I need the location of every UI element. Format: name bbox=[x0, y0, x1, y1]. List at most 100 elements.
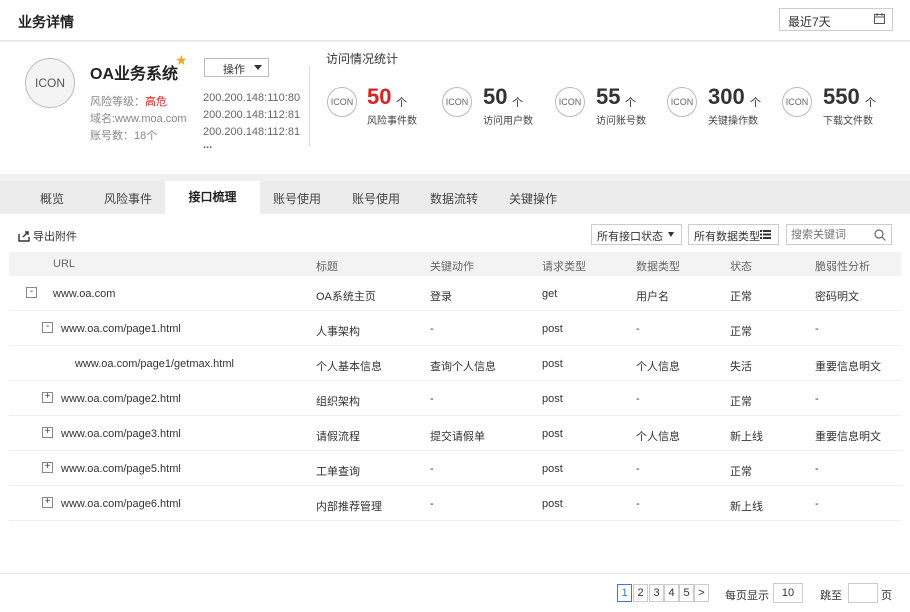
list-icon bbox=[760, 230, 771, 239]
column-header: 关键动作 bbox=[430, 261, 474, 273]
cell-method: post bbox=[542, 498, 563, 510]
page-button[interactable]: 2 bbox=[633, 584, 648, 602]
action-dropdown-button[interactable]: 操作 bbox=[204, 58, 269, 77]
tab-data-flow[interactable]: 数据流转 bbox=[423, 181, 485, 214]
stat-label: 关键操作数 bbox=[708, 116, 758, 127]
collapse-icon[interactable]: - bbox=[42, 322, 53, 333]
per-page-input[interactable]: 10 bbox=[773, 583, 803, 603]
collapse-icon[interactable]: - bbox=[26, 287, 37, 298]
divider bbox=[309, 66, 310, 146]
page-suffix: 页 bbox=[881, 590, 892, 602]
interface-status-filter[interactable]: 所有接口状态 bbox=[591, 224, 682, 245]
cell-vuln: - bbox=[815, 463, 819, 475]
risk-level: 风险等级：高危 bbox=[90, 96, 167, 108]
page-title: 业务详情 bbox=[18, 14, 74, 30]
cell-vuln: 重要信息明文 bbox=[815, 431, 881, 443]
column-header: 脆弱性分析 bbox=[815, 261, 870, 273]
stat-unit: 个 bbox=[396, 97, 407, 109]
cell-method: post bbox=[542, 323, 563, 335]
cell-vuln: 密码明文 bbox=[815, 291, 859, 303]
tab-account-usage-2[interactable]: 账号使用 bbox=[345, 181, 407, 214]
pagination-bar: 1 2 3 4 5 > 每页显示 10 跳至 页 bbox=[0, 573, 910, 612]
system-name: OA业务系统 bbox=[90, 66, 179, 83]
cell-url: www.oa.com/page1/getmax.html bbox=[75, 358, 234, 370]
table-row[interactable]: + www.oa.com/page6.html 内部推荐管理 - post - 新上线 - bbox=[9, 486, 901, 521]
date-range-select[interactable]: 最近7天 bbox=[779, 8, 893, 31]
cell-vuln: - bbox=[815, 498, 819, 510]
cell-status: 正常 bbox=[730, 396, 752, 408]
stat-value: 50 bbox=[483, 84, 508, 109]
cell-action: - bbox=[430, 463, 434, 475]
page-button[interactable]: 1 bbox=[617, 584, 632, 602]
stat-unit: 个 bbox=[750, 97, 761, 109]
account-count: 账号数：18个 bbox=[90, 130, 158, 142]
stat-unit: 个 bbox=[512, 97, 523, 109]
column-header: 请求类型 bbox=[542, 261, 586, 273]
tab-overview[interactable]: 概览 bbox=[27, 181, 77, 214]
system-info-panel: ICON OA业务系统 ★ 风险等级：高危 域名:www.moa.com 账号数… bbox=[0, 42, 910, 174]
interface-panel: 导出附件 所有接口状态 所有数据类型 URL 标题 关键动作 请求类型 数据类型… bbox=[0, 214, 910, 574]
expand-icon[interactable]: + bbox=[42, 427, 53, 438]
column-header: 标题 bbox=[316, 261, 338, 273]
table-row[interactable]: + www.oa.com/page3.html 请假流程 提交请假单 post 个人信息 新… bbox=[9, 416, 901, 451]
cell-status: 正常 bbox=[730, 466, 752, 478]
table-row[interactable]: www.oa.com/page1/getmax.html 个人基本信息 查询个人信息… bbox=[9, 346, 901, 381]
cell-action: 提交请假单 bbox=[430, 431, 485, 443]
table-row[interactable]: + www.oa.com/page5.html 工单查询 - post - 正常 - bbox=[9, 451, 901, 486]
cell-title: OA系统主页 bbox=[316, 291, 376, 303]
cell-vuln: - bbox=[815, 323, 819, 335]
next-page-button[interactable]: > bbox=[694, 584, 709, 602]
cell-method: post bbox=[542, 463, 563, 475]
date-range-value: 最近7天 bbox=[788, 15, 831, 29]
table-row[interactable]: - www.oa.com/page1.html 人事架构 - post - 正常 - bbox=[9, 311, 901, 346]
cell-data-type: - bbox=[636, 323, 640, 335]
stat-icon: ICON bbox=[782, 87, 812, 117]
cell-title: 人事架构 bbox=[316, 326, 360, 338]
page-button[interactable]: 5 bbox=[679, 584, 694, 602]
expand-icon[interactable]: + bbox=[42, 497, 53, 508]
expand-icon[interactable]: + bbox=[42, 392, 53, 403]
data-type-filter[interactable]: 所有数据类型 bbox=[688, 224, 779, 245]
cell-title: 个人基本信息 bbox=[316, 361, 382, 373]
export-attachment-button[interactable]: 导出附件 bbox=[18, 228, 77, 244]
stat-unit: 个 bbox=[625, 97, 636, 109]
stat-label: 访问用户数 bbox=[483, 116, 533, 127]
expand-icon[interactable]: + bbox=[42, 462, 53, 473]
page-button[interactable]: 3 bbox=[649, 584, 664, 602]
stat-icon: ICON bbox=[555, 87, 585, 117]
tab-account-usage[interactable]: 账号使用 bbox=[266, 181, 328, 214]
cell-action: 登录 bbox=[430, 291, 452, 303]
jump-label: 跳至 bbox=[820, 590, 842, 602]
cell-action: - bbox=[430, 393, 434, 405]
star-icon[interactable]: ★ bbox=[175, 52, 188, 69]
tab-key-operations[interactable]: 关键操作 bbox=[502, 181, 564, 214]
column-header: 数据类型 bbox=[636, 261, 680, 273]
tab-bar: 概览 风险事件 接口梳理 账号使用 账号使用 数据流转 关键操作 bbox=[0, 181, 910, 214]
stat-value: 50 bbox=[367, 84, 392, 109]
cell-status: 新上线 bbox=[730, 431, 763, 443]
caret-down-icon bbox=[668, 232, 674, 237]
table-row[interactable]: + www.oa.com/page2.html 组织架构 - post - 正常 - bbox=[9, 381, 901, 416]
tab-risk-events[interactable]: 风险事件 bbox=[97, 181, 159, 214]
caret-down-icon bbox=[254, 65, 262, 70]
page-button[interactable]: 4 bbox=[664, 584, 679, 602]
stat-label: 访问账号数 bbox=[596, 116, 646, 127]
cell-title: 组织架构 bbox=[316, 396, 360, 408]
risk-level-value: 高危 bbox=[145, 96, 167, 108]
cell-status: 正常 bbox=[730, 326, 752, 338]
cell-action: 查询个人信息 bbox=[430, 361, 496, 373]
cell-action: - bbox=[430, 498, 434, 510]
cell-title: 请假流程 bbox=[316, 431, 360, 443]
table-row[interactable]: - www.oa.com OA系统主页 登录 get 用户名 正常 密码明文 bbox=[9, 276, 901, 311]
column-header: 状态 bbox=[730, 261, 752, 273]
cell-method: post bbox=[542, 393, 563, 405]
stat-label: 下载文件数 bbox=[823, 116, 873, 127]
tab-interface-review[interactable]: 接口梳理 bbox=[165, 181, 260, 214]
cell-url: www.oa.com/page3.html bbox=[61, 428, 181, 440]
jump-page-input[interactable] bbox=[848, 583, 878, 603]
cell-title: 内部推荐管理 bbox=[316, 501, 382, 513]
cell-vuln: - bbox=[815, 393, 819, 405]
search-icon[interactable] bbox=[874, 229, 886, 241]
ip-address: 200.200.148:112:81 bbox=[203, 126, 301, 138]
cell-url: www.oa.com/page6.html bbox=[61, 498, 181, 510]
